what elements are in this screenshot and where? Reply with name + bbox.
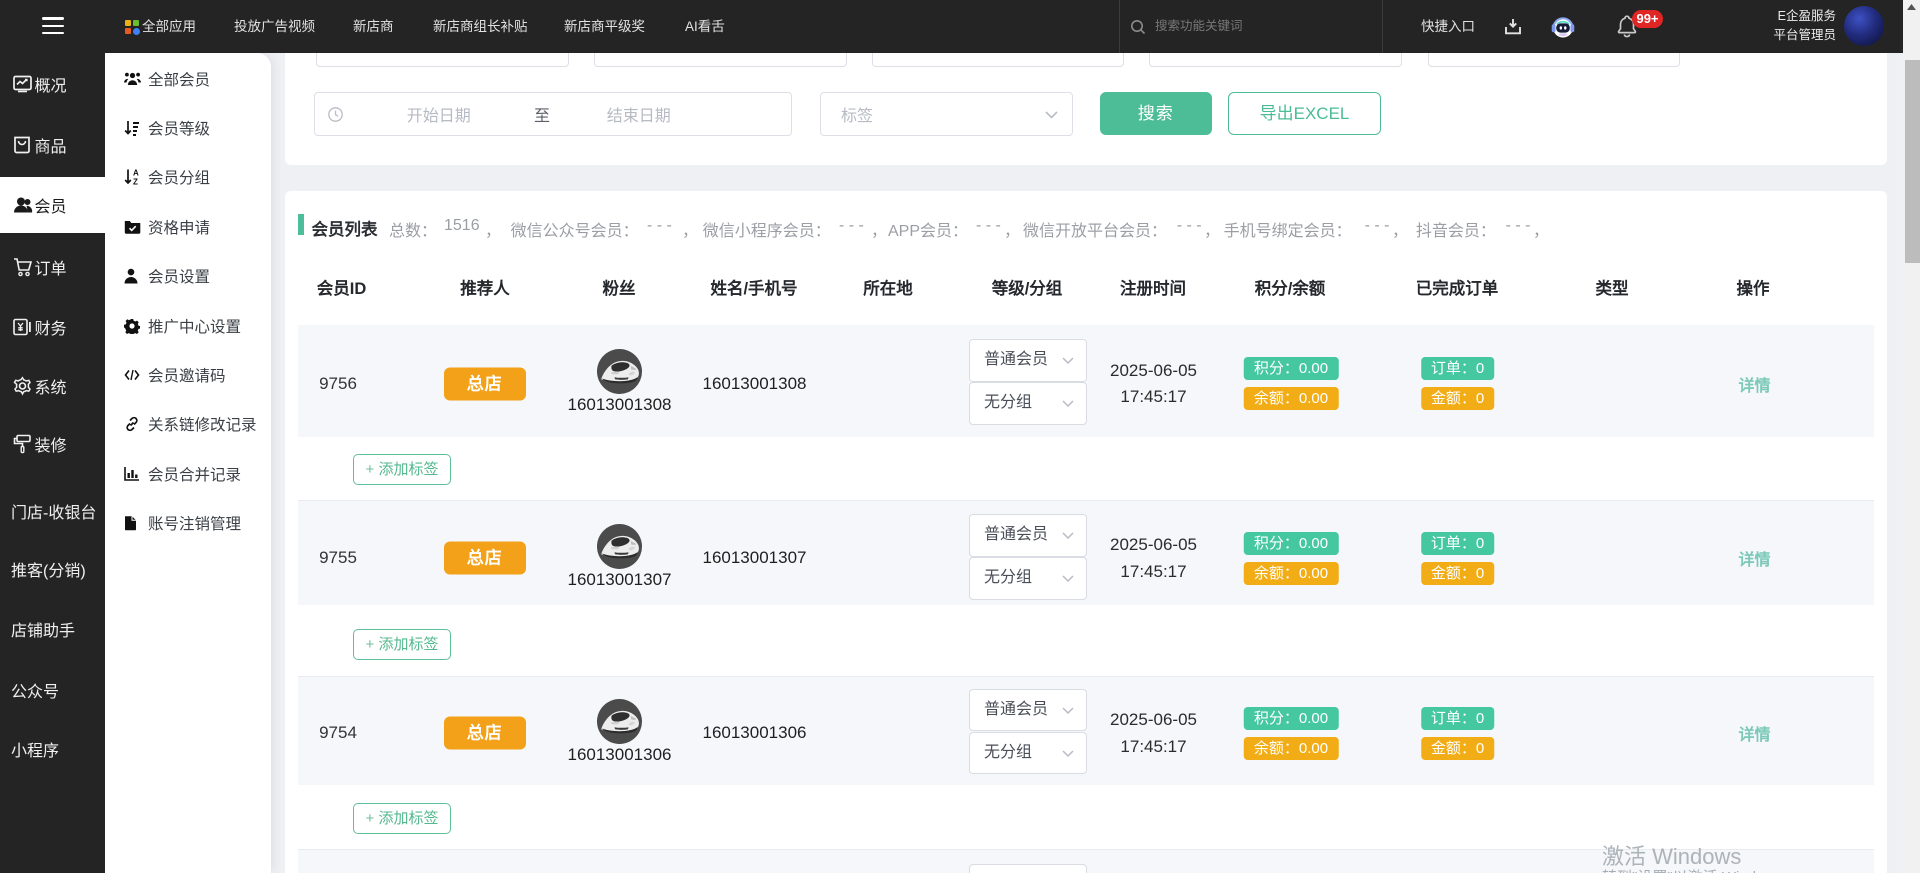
svg-text:Z: Z <box>133 177 138 185</box>
svg-text:A: A <box>133 168 139 177</box>
